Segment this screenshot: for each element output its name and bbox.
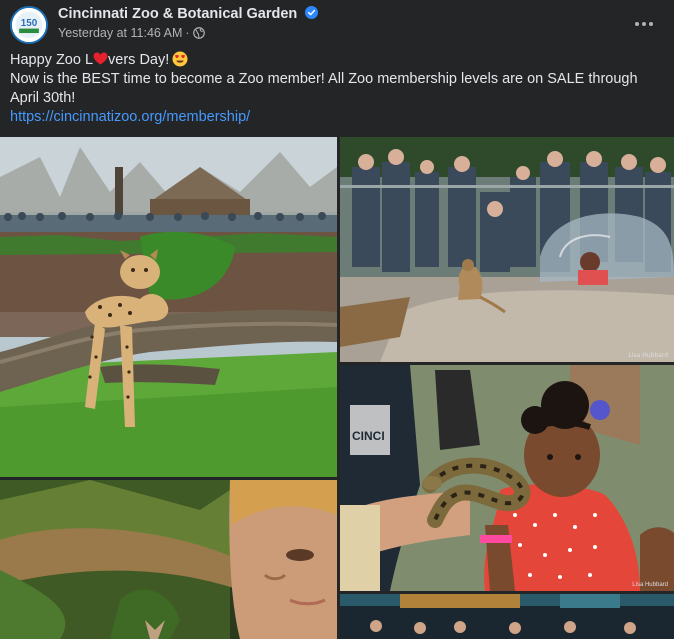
- heart-eyes-emoji-icon: [172, 51, 188, 67]
- crowd-photo-image: [340, 594, 674, 639]
- meerkat-photo-credit: Lisa Hubbard: [629, 352, 669, 359]
- membership-link[interactable]: https://cincinnatizoo.org/membership/: [10, 109, 250, 125]
- red-heart-emoji-icon: [93, 52, 108, 65]
- page-name[interactable]: Cincinnati Zoo & Botanical Garden: [58, 6, 319, 22]
- crowd-photo[interactable]: [340, 594, 674, 639]
- meerkat-photo-image: Lisa Hubbard: [340, 137, 674, 362]
- snake-photo-credit: Lisa Hubbard: [632, 582, 668, 588]
- meta-separator: ·: [185, 26, 190, 40]
- boy-photo-image: [0, 480, 337, 639]
- svg-text:CINCI: CINCI: [352, 429, 385, 443]
- verified-badge-icon: [305, 6, 319, 19]
- cheetah-photo[interactable]: [0, 137, 337, 477]
- more-options-icon[interactable]: [630, 10, 658, 38]
- page-avatar[interactable]: 150: [10, 6, 48, 44]
- page-name-text[interactable]: Cincinnati Zoo & Botanical Garden: [58, 6, 297, 22]
- post-meta: Yesterday at 11:46 AM ·: [58, 26, 205, 40]
- post-text-line1: Happy Zoo L vers Day!: [10, 51, 664, 70]
- post-message: Happy Zoo L vers Day! Now is the BEST tim…: [10, 51, 664, 127]
- meerkat-photo[interactable]: Lisa Hubbard: [340, 137, 674, 362]
- snake-photo[interactable]: CINCI Lisa Hubbard: [340, 365, 674, 591]
- greeting-end: vers Day!: [108, 52, 170, 68]
- greeting-start: Happy Zoo L: [10, 52, 94, 68]
- post-header: 150 Cincinnati Zoo & Botanical Garden Ye…: [10, 4, 664, 44]
- snake-photo-image: CINCI Lisa Hubbard: [340, 365, 674, 591]
- svg-text:150: 150: [21, 18, 38, 29]
- globe-icon[interactable]: [192, 27, 205, 39]
- post-text-line2: Now is the BEST time to become a Zoo mem…: [10, 71, 638, 106]
- facebook-post: 150 Cincinnati Zoo & Botanical Garden Ye…: [0, 0, 674, 639]
- post-timestamp[interactable]: Yesterday at 11:46 AM: [58, 26, 182, 40]
- zoo-logo-icon: 150: [12, 8, 46, 42]
- cheetah-photo-image: [0, 137, 337, 477]
- boy-photo[interactable]: [0, 480, 337, 639]
